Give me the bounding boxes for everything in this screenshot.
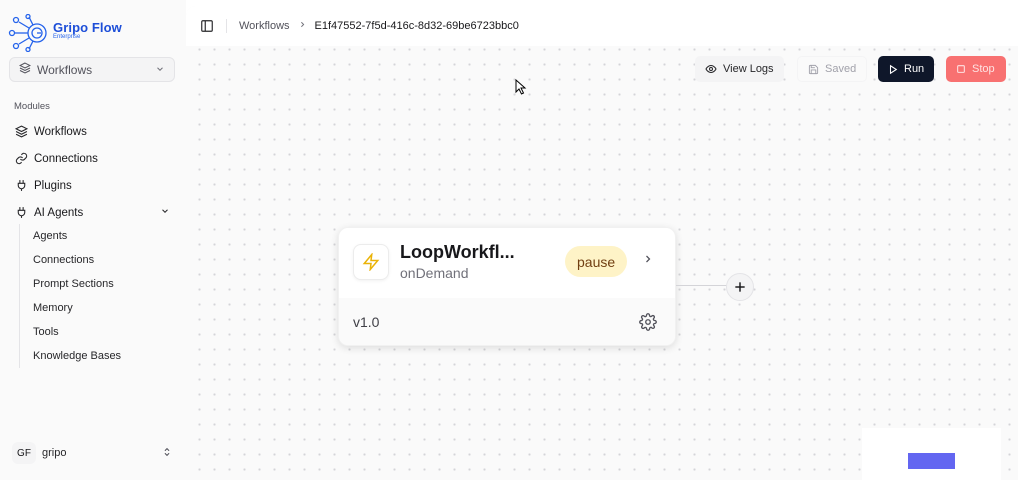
workspace-select[interactable]: Workflows [9,57,175,82]
run-button[interactable]: Run [878,56,934,82]
node-trigger: onDemand [400,265,469,281]
stop-label: Stop [972,63,995,75]
sidebar-item-label: Plugins [34,179,72,192]
node-edge [676,285,728,286]
brand-name: Gripo Flow [53,20,122,35]
header: Workflows E1f47552-7f5d-416c-8d32-69be67… [186,6,1018,46]
breadcrumb-current: E1f47552-7f5d-416c-8d32-69be6723bbc0 [314,20,519,32]
node-footer: v1.0 [339,298,675,345]
gripo-logo-icon [8,14,47,52]
sidebar-toggle-icon[interactable] [200,19,214,33]
play-icon [888,64,898,75]
save-icon [808,64,819,75]
sidebar-item-ai-agents[interactable]: AI Agents [8,199,178,226]
chevrons-up-down-icon [162,446,172,461]
sidebar-nav: Workflows Connections Plugins AI Agents [8,118,178,226]
subnav-item-memory[interactable]: Memory [33,296,121,320]
run-label: Run [904,63,925,75]
lightning-icon [353,244,389,280]
status-badge: pause [565,246,628,277]
subnav-item-knowledge-bases[interactable]: Knowledge Bases [33,344,121,368]
plus-icon [735,282,745,292]
node-title: LoopWorkfl... [400,242,515,262]
workflow-canvas[interactable]: Workflows E1f47552-7f5d-416c-8d32-69be67… [186,6,1018,480]
header-divider [226,19,227,33]
workspace-select-label: Workflows [37,62,93,77]
saved-label: Saved [825,63,857,75]
modules-section-label: Modules [14,101,50,112]
chevron-right-icon [298,20,307,32]
sidebar-item-label: Workflows [34,125,87,138]
minimap-node [908,453,955,469]
sidebar-item-label: AI Agents [34,206,84,219]
avatar: GF [12,442,36,464]
stop-button[interactable]: Stop [946,56,1006,82]
stop-icon [956,64,966,74]
workflow-node[interactable]: LoopWorkfl... onDemand pause v1.0 [338,227,676,346]
subnav-item-prompt-sections[interactable]: Prompt Sections [33,272,121,296]
sidebar-item-label: Connections [34,152,98,165]
chevron-down-icon [155,63,165,77]
sidebar-item-workflows[interactable]: Workflows [8,118,178,145]
chevron-right-icon[interactable] [642,252,654,271]
view-logs-label: View Logs [723,63,774,75]
link-icon [14,152,28,166]
subnav-item-connections[interactable]: Connections [33,248,121,272]
layers-icon [18,62,32,77]
node-header: LoopWorkfl... onDemand pause [339,228,675,298]
user-name: gripo [42,447,67,459]
breadcrumb-workflows[interactable]: Workflows [239,20,290,32]
eye-icon [705,63,717,75]
mouse-cursor-icon [515,78,527,100]
sidebar-item-connections[interactable]: Connections [8,145,178,172]
chevron-down-icon [160,206,170,219]
plug-icon [14,179,28,193]
ai-agents-subnav: Agents Connections Prompt Sections Memor… [19,224,121,368]
minimap[interactable] [862,428,1001,480]
gear-icon[interactable] [639,313,657,336]
subnav-item-tools[interactable]: Tools [33,320,121,344]
sidebar: Gripo Flow Enterprise Workflows Modules … [0,0,186,480]
node-version: v1.0 [353,314,380,330]
user-menu[interactable]: GF gripo [12,442,172,464]
sidebar-item-plugins[interactable]: Plugins [8,172,178,199]
plug-icon [14,206,28,220]
view-logs-button[interactable]: View Logs [695,56,784,82]
subnav-item-agents[interactable]: Agents [33,224,121,248]
layers-icon [14,125,28,139]
saved-button[interactable]: Saved [797,56,868,82]
add-node-button[interactable] [726,273,754,301]
brand-logo[interactable]: Gripo Flow Enterprise [7,14,122,52]
